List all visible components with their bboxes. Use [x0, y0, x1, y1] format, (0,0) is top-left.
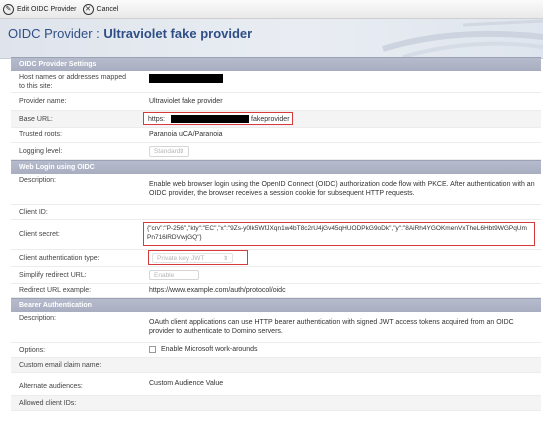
section-provider-settings: OIDC Provider Settings [11, 57, 541, 71]
logging-level-select[interactable]: Standard ⇕ [149, 146, 189, 157]
logging-level-label: Logging level: [19, 148, 63, 155]
row-custom-email-claim: Custom email claim name: [11, 358, 541, 373]
allowed-client-ids-label: Allowed client IDs: [19, 400, 77, 407]
page-title-name: Ultraviolet fake provider [103, 26, 253, 41]
row-web-description: Description: Enable web browser login us… [11, 174, 541, 205]
page-title-prefix: OIDC Provider : [8, 26, 100, 41]
provider-name-label: Provider name: [19, 98, 67, 105]
edit-button-label: Edit OIDC Provider [17, 5, 77, 13]
base-url-label: Base URL: [19, 116, 53, 123]
page-header: OIDC Provider : Ultraviolet fake provide… [0, 19, 543, 59]
simplify-redirect-value: Enable [154, 272, 175, 279]
microsoft-workarounds-checkbox[interactable] [149, 346, 156, 353]
client-auth-type-highlight: Private key JWT ⇕ [148, 250, 248, 265]
row-client-id: Client ID: [11, 205, 541, 220]
row-logging-level: Logging level: Standard ⇕ [11, 143, 541, 160]
row-simplify-redirect: Simplify redirect URL: Enable [11, 267, 541, 284]
logging-level-value: Standard [154, 148, 181, 155]
bearer-description-label: Description: [19, 315, 56, 322]
row-trusted-roots: Trusted roots: Paranoia uCA/Paranoia [11, 128, 541, 143]
client-auth-type-value: Private key JWT [157, 255, 205, 262]
client-auth-type-select[interactable]: Private key JWT ⇕ [152, 253, 233, 263]
custom-email-claim-label: Custom email claim name: [19, 362, 102, 369]
client-secret-label: Client secret: [19, 231, 60, 238]
client-secret-value[interactable]: {"crv":"P-256","kty":"EC","x":"9Zs-y0lk5… [147, 225, 531, 242]
select-arrows-icon: ⇕ [222, 255, 228, 262]
cancel-button-label: Cancel [96, 5, 119, 13]
redirect-example-value: https://www.example.com/auth/protocol/oi… [149, 287, 286, 294]
web-description-value: Enable web browser login using the OpenI… [149, 181, 535, 197]
row-client-auth-type: Client authentication type: Private key … [11, 250, 541, 267]
host-names-value [149, 74, 223, 83]
web-description-label: Description: [19, 177, 56, 184]
base-url-highlight: https: fakeprovider [143, 112, 293, 125]
select-arrows-icon: ⇕ [178, 148, 184, 155]
options-label: Options: [19, 347, 46, 354]
base-url-suffix: fakeprovider [251, 116, 290, 123]
row-host-names: Host names or addresses mapped to this s… [11, 71, 541, 93]
client-secret-highlight: {"crv":"P-256","kty":"EC","x":"9Zs-y0lk5… [143, 222, 535, 246]
simplify-redirect-label: Simplify redirect URL: [19, 272, 87, 279]
row-base-url: Base URL: https: fakeprovider [11, 111, 541, 128]
trusted-roots-value: Paranoia uCA/Paranoia [149, 131, 223, 138]
pencil-circle-icon: ✎ [3, 3, 14, 15]
page-title: OIDC Provider : Ultraviolet fake provide… [8, 26, 252, 41]
row-bearer-description: Description: OAuth client applications c… [11, 312, 541, 343]
alternate-audiences-label: Alternate audiences: [19, 383, 83, 390]
client-auth-type-label: Client authentication type: [19, 255, 100, 262]
oidc-provider-form: OIDC Provider Settings Host names or add… [11, 57, 541, 411]
redirect-example-label: Redirect URL example: [19, 287, 92, 294]
alternate-audiences-value: Custom Audience Value [149, 380, 224, 387]
provider-name-value: Ultraviolet fake provider [149, 98, 223, 105]
row-client-secret: Client secret: {"crv":"P-256","kty":"EC"… [11, 220, 541, 250]
section-web-login: Web Login using OIDC [11, 160, 541, 174]
action-toolbar: ✎ Edit OIDC Provider ✕ Cancel [0, 0, 543, 19]
row-alternate-audiences: Alternate audiences: Custom Audience Val… [11, 373, 541, 396]
section-bearer-auth: Bearer Authentication [11, 298, 541, 312]
simplify-redirect-select[interactable]: Enable [149, 270, 199, 280]
cancel-button[interactable]: ✕ Cancel [80, 0, 122, 18]
microsoft-workarounds-label: Enable Microsoft work-arounds [161, 346, 258, 353]
bearer-description-value: OAuth client applications can use HTTP b… [149, 319, 514, 335]
row-redirect-example: Redirect URL example: https://www.exampl… [11, 284, 541, 298]
edit-oidc-provider-button[interactable]: ✎ Edit OIDC Provider [0, 0, 80, 18]
redacted-block [171, 115, 249, 123]
row-options: Options: Enable Microsoft work-arounds [11, 343, 541, 358]
base-url-prefix: https: [148, 116, 166, 123]
client-id-label: Client ID: [19, 209, 48, 216]
row-allowed-client-ids: Allowed client IDs: [11, 396, 541, 411]
trusted-roots-label: Trusted roots: [19, 131, 62, 138]
x-circle-icon: ✕ [82, 3, 94, 15]
host-names-label: Host names or addresses mapped to this s… [19, 74, 126, 90]
row-provider-name: Provider name: Ultraviolet fake provider [11, 93, 541, 111]
redacted-block [149, 74, 223, 83]
header-watermark [382, 19, 543, 58]
